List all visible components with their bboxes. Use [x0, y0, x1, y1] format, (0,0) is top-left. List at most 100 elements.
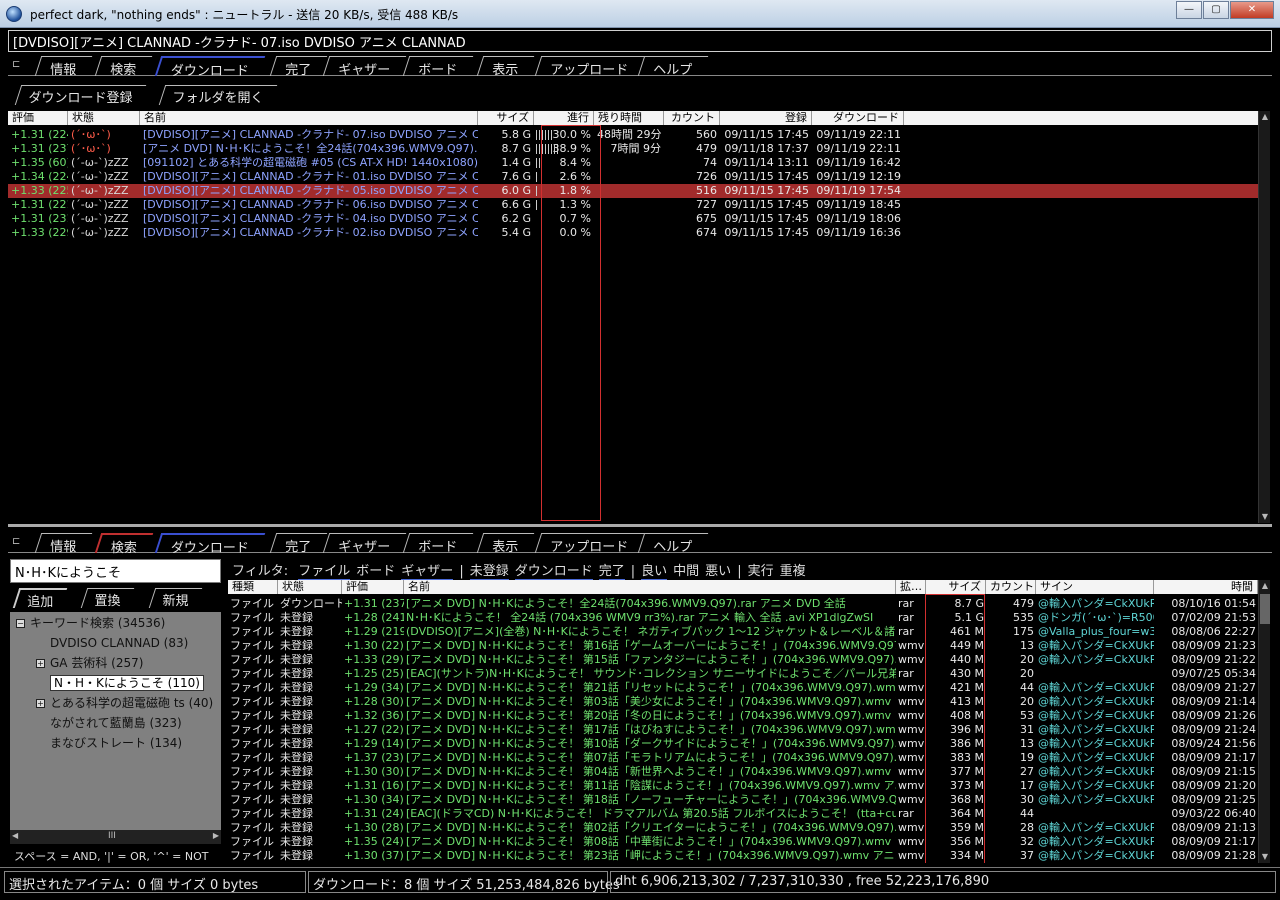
- search-results-list[interactable]: 種類 状態 評価 名前 拡… サイズ カウント サイン 時間 ファイル ダウンロード +1.31 (…: [228, 580, 1270, 863]
- dl-column-header[interactable]: 名前: [140, 111, 478, 125]
- result-column-header[interactable]: サイズ: [926, 580, 986, 594]
- result-row[interactable]: ファイル 未登録 +1.35 (24) [アニメ DVD] N･H･Kにようこそ！ 第…: [228, 835, 1258, 849]
- result-row[interactable]: ファイル未登録 +1.29 (219)(DVDISO)[アニメ](全巻) N･H･…: [228, 625, 1258, 639]
- minimize-button[interactable]: —: [1176, 1, 1202, 19]
- filter-option[interactable]: ダウンロード: [514, 564, 593, 580]
- tree-item[interactable]: N・H・Kにようこそ (110): [50, 674, 204, 692]
- tab-complete[interactable]: 完了: [269, 56, 328, 78]
- result-column-header[interactable]: 時間: [1154, 580, 1258, 594]
- results-scrollbar[interactable]: ▲ ▼: [1258, 580, 1270, 863]
- result-row[interactable]: ファイル 未登録 +1.37 (23) [アニメ DVD] N･H･Kにようこそ！ 第…: [228, 751, 1258, 765]
- filter-option[interactable]: 良い: [641, 564, 668, 580]
- download-row[interactable]: +1.31 (221)(´-ω-`)zZZ [DVDISO][アニメ] CLANN…: [8, 198, 1270, 212]
- filter-option[interactable]: ギャザー: [401, 564, 454, 580]
- tree-item[interactable]: ながされて藍蘭島 (323): [50, 714, 182, 732]
- result-row[interactable]: ファイル 未登録 +1.30 (28) [アニメ DVD] N･H･Kにようこそ！ 第…: [228, 821, 1258, 835]
- collapse-icon[interactable]: −: [16, 619, 25, 628]
- dl-column-header[interactable]: 残り時間: [594, 111, 664, 125]
- download-row[interactable]: +1.31 (224)(´･ω･`) [DVDISO][アニメ] CLANNAD …: [8, 128, 1270, 142]
- window-icon[interactable]: ⊏: [12, 536, 24, 548]
- window-icon[interactable]: ⊏: [12, 59, 24, 71]
- filter-option[interactable]: 重複: [780, 564, 806, 579]
- tab-download[interactable]: ダウンロード: [154, 56, 266, 79]
- tab-search[interactable]: 検索: [94, 533, 154, 556]
- tab-help[interactable]: ヘルプ: [637, 56, 709, 78]
- scroll-up-arrow-icon[interactable]: ▲: [1259, 111, 1271, 123]
- scroll-down-arrow-icon[interactable]: ▼: [1259, 511, 1271, 523]
- close-button[interactable]: ✕: [1230, 1, 1274, 19]
- tree-item[interactable]: + GA 芸術科 (257): [36, 654, 143, 672]
- tree-item[interactable]: + とある科学の超電磁砲 ts (40): [36, 694, 213, 712]
- tab-help[interactable]: ヘルプ: [637, 533, 709, 555]
- dl-column-header[interactable]: 状態: [68, 111, 140, 125]
- result-row[interactable]: ファイル 未登録 +1.29 (14) [アニメ DVD] N･H･Kにようこそ！ 第…: [228, 737, 1258, 751]
- tab-complete[interactable]: 完了: [269, 533, 328, 555]
- result-row[interactable]: ファイル 未登録 +1.25 (25) [EAC](サントラ)N･H･Kにようこそ！ …: [228, 667, 1258, 681]
- tab-upload[interactable]: アップロード: [534, 533, 645, 555]
- dl-column-header[interactable]: 評価: [8, 111, 68, 125]
- tab-upload[interactable]: アップロード: [534, 56, 645, 78]
- result-row[interactable]: ファイル 未登録 +1.31 (16) [アニメ DVD] N･H･Kにようこそ！ 第…: [228, 779, 1258, 793]
- maximize-button[interactable]: ▢: [1203, 1, 1229, 19]
- filter-option[interactable]: ボード: [356, 564, 395, 579]
- result-column-header[interactable]: サイン: [1036, 580, 1154, 594]
- pane-splitter[interactable]: [8, 524, 1272, 527]
- result-row[interactable]: ファイル 未登録 +1.30 (37) [アニメ DVD] N･H･Kにようこそ！ 第…: [228, 849, 1258, 863]
- tab-download[interactable]: ダウンロード: [154, 533, 266, 556]
- result-row[interactable]: ファイルダウンロード+1.31 (237)[アニメ DVD] N･H･Kにようこ…: [228, 597, 1258, 611]
- filter-option[interactable]: 未登録: [469, 564, 509, 580]
- filter-option[interactable]: ファイル: [298, 564, 351, 580]
- dl-column-header[interactable]: ダウンロード: [812, 111, 904, 125]
- scroll-down-arrow-icon[interactable]: ▼: [1259, 851, 1271, 863]
- tab-info[interactable]: 情報: [34, 56, 93, 78]
- tree-horizontal-scrollbar[interactable]: ◀ III ▶: [10, 830, 221, 844]
- download-row[interactable]: +1.34 (224)(´-ω-`)zZZ [DVDISO][アニメ] CLANN…: [8, 170, 1270, 184]
- filter-option[interactable]: 実行: [748, 564, 774, 579]
- scroll-left-arrow-icon[interactable]: ◀: [12, 831, 18, 840]
- scroll-thumb[interactable]: III: [108, 831, 116, 841]
- result-row[interactable]: ファイル 未登録 +1.30 (22) [アニメ DVD] N･H･Kにようこそ！ 第…: [228, 639, 1258, 653]
- filter-option[interactable]: 中間: [673, 564, 699, 579]
- result-row[interactable]: ファイル 未登録 +1.31 (24) [EAC](ドラマCD) N･H･Kにようこそ…: [228, 807, 1258, 821]
- result-row[interactable]: ファイル 未登録 +1.30 (34) [アニメ DVD] N･H･Kにようこそ！ 第…: [228, 793, 1258, 807]
- dl-column-header[interactable]: 登録: [720, 111, 812, 125]
- result-column-header[interactable]: 名前: [404, 580, 896, 594]
- dl-column-header[interactable]: カウント: [664, 111, 720, 125]
- download-register-button[interactable]: ダウンロード登録: [14, 85, 147, 106]
- download-list-scrollbar[interactable]: ▲ ▼: [1258, 111, 1270, 523]
- download-row[interactable]: +1.33 (225)(´-ω-`)zZZ [DVDISO][アニメ] CLANN…: [8, 184, 1270, 198]
- result-row[interactable]: ファイル 未登録 +1.32 (36) [アニメ DVD] N･H･Kにようこそ！ 第…: [228, 709, 1258, 723]
- result-row[interactable]: ファイル 未登録 +1.33 (29) [アニメ DVD] N･H･Kにようこそ！ 第…: [228, 653, 1258, 667]
- tab-view[interactable]: 表示: [476, 533, 535, 555]
- download-row[interactable]: +1.33 (229)(´-ω-`)zZZ [DVDISO][アニメ] CLANN…: [8, 226, 1270, 240]
- keyword-tree[interactable]: − キーワード検索 (34536) DVDISO CLANNAD (83) + GA 芸…: [10, 612, 221, 842]
- tab-view[interactable]: 表示: [476, 56, 535, 78]
- result-row[interactable]: ファイル 未登録 +1.28 (30) [アニメ DVD] N･H･Kにようこそ！ 第…: [228, 695, 1258, 709]
- result-column-header[interactable]: 状態: [278, 580, 342, 594]
- filter-option[interactable]: 完了: [598, 564, 625, 580]
- expand-icon[interactable]: +: [36, 659, 45, 668]
- tab-gather[interactable]: ギャザー: [322, 56, 407, 78]
- result-column-header[interactable]: 種類: [228, 580, 278, 594]
- result-column-header[interactable]: カウント: [986, 580, 1036, 594]
- results-scroll-thumb[interactable]: [1260, 594, 1270, 624]
- tab-board[interactable]: ボード: [402, 56, 474, 78]
- result-row[interactable]: ファイル 未登録 +1.27 (22) [アニメ DVD] N･H･Kにようこそ！ 第…: [228, 723, 1258, 737]
- tab-gather[interactable]: ギャザー: [322, 533, 407, 555]
- download-row[interactable]: +1.31 (237)(´･ω･`) [アニメ DVD] N･H･Kにようこそ！全…: [8, 142, 1270, 156]
- result-column-header[interactable]: 拡…: [896, 580, 926, 594]
- tab-board[interactable]: ボード: [402, 533, 474, 555]
- scroll-right-arrow-icon[interactable]: ▶: [213, 831, 219, 840]
- result-column-header[interactable]: 評価: [342, 580, 404, 594]
- tree-item[interactable]: まなびストレート (134): [50, 734, 182, 752]
- tree-item[interactable]: DVDISO CLANNAD (83): [50, 634, 188, 652]
- download-row[interactable]: +1.31 (231)(´-ω-`)zZZ [DVDISO][アニメ] CLANN…: [8, 212, 1270, 226]
- add-tab[interactable]: 追加: [12, 588, 68, 610]
- replace-tab[interactable]: 置換: [80, 588, 135, 609]
- filter-option[interactable]: 悪い: [705, 564, 731, 579]
- tab-search[interactable]: 検索: [94, 56, 153, 78]
- result-row[interactable]: ファイル 未登録 +1.30 (30) [アニメ DVD] N･H･Kにようこそ！ 第…: [228, 765, 1258, 779]
- download-row[interactable]: +1.35 (60) (´-ω-`)zZZ [091102] とある科学の超電磁砲 …: [8, 156, 1270, 170]
- tree-item[interactable]: − キーワード検索 (34536): [16, 614, 165, 632]
- search-input[interactable]: [10, 559, 221, 583]
